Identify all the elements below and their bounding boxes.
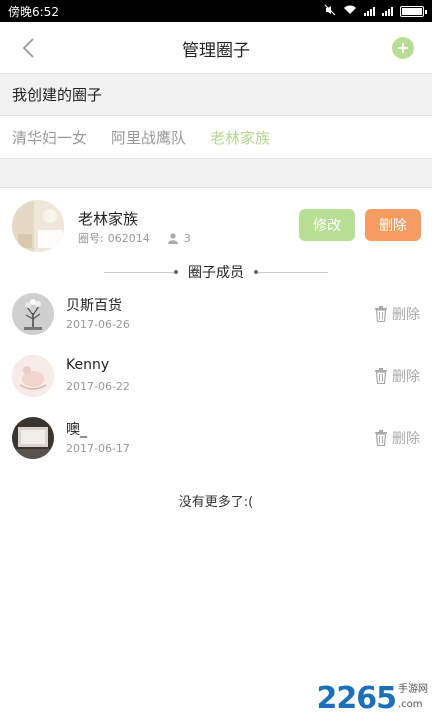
circle-avatar [12, 200, 64, 252]
circle-name: 老林家族 [78, 210, 139, 228]
member-row: Kenny 2017-06-22 删除 [0, 345, 432, 407]
remove-member-label: 删除 [392, 431, 420, 447]
divider-line [104, 270, 178, 274]
members-heading: 圈子成员 [0, 259, 432, 285]
plus-icon [398, 43, 408, 53]
person-icon [167, 232, 178, 244]
tab-circle-1[interactable]: 清华妇一女 [12, 127, 87, 148]
header: 管理圈子 [0, 22, 432, 74]
member-name: 噢_ [66, 422, 87, 438]
divider-line [254, 270, 328, 274]
member-join-date: 2017-06-22 [66, 380, 130, 393]
member-row: 噢_ 2017-06-17 删除 [0, 407, 432, 469]
circle-meta: 圈号: 062014 3 [78, 230, 191, 246]
status-icons [324, 4, 427, 19]
remove-member-button[interactable]: 删除 [374, 304, 420, 324]
member-avatar [12, 417, 54, 459]
tab-circle-3[interactable]: 老林家族 [210, 127, 270, 148]
tab-circle-2[interactable]: 阿里战鹰队 [111, 127, 186, 148]
trash-icon [375, 306, 387, 322]
remove-member-button[interactable]: 删除 [374, 366, 420, 386]
signal-icon-2 [382, 6, 393, 16]
circle-card: 老林家族 圈号: 062014 3 修改 删除 [0, 189, 432, 257]
section-divider [0, 158, 432, 188]
mute-icon [324, 4, 336, 19]
add-circle-button[interactable] [392, 37, 414, 59]
member-row: 贝斯百货 2017-06-26 删除 [0, 283, 432, 345]
delete-circle-button[interactable]: 删除 [365, 209, 421, 241]
circle-id-label: 圈号: [78, 232, 104, 245]
watermark-sub1: 手游网 [398, 684, 428, 695]
members-heading-label: 圈子成员 [188, 265, 244, 281]
member-avatar [12, 293, 54, 335]
signal-icon [364, 6, 375, 16]
circle-id-value: 062014 [107, 231, 150, 245]
watermark-text: 手游网 .com [398, 684, 428, 714]
watermark-number: 2265 [316, 681, 397, 716]
member-avatar [12, 355, 54, 397]
remove-member-button[interactable]: 删除 [374, 428, 420, 448]
page-title: 管理圈子 [182, 41, 250, 61]
watermark-logo: 2265 手游网 .com [317, 684, 429, 714]
trash-icon [375, 430, 387, 446]
member-name: 贝斯百货 [66, 298, 122, 314]
member-count-value: 3 [183, 231, 191, 245]
member-join-date: 2017-06-26 [66, 318, 130, 331]
status-bar: 傍晚6:52 [0, 0, 432, 22]
battery-icon [400, 5, 427, 17]
member-count: 3 [167, 231, 191, 245]
watermark-sub2: .com [398, 699, 423, 710]
remove-member-label: 删除 [392, 369, 420, 385]
circle-tabs: 清华妇一女 阿里战鹰队 老林家族 [0, 116, 432, 158]
member-join-date: 2017-06-17 [66, 442, 130, 455]
status-time: 傍晚6:52 [8, 4, 59, 19]
section-title: 我创建的圈子 [0, 74, 432, 116]
edit-button[interactable]: 修改 [299, 209, 355, 241]
wifi-icon [343, 4, 357, 18]
member-name: Kenny [66, 357, 110, 373]
no-more-text: 没有更多了:( [178, 495, 254, 510]
trash-icon [375, 368, 387, 384]
remove-member-label: 删除 [392, 307, 420, 323]
